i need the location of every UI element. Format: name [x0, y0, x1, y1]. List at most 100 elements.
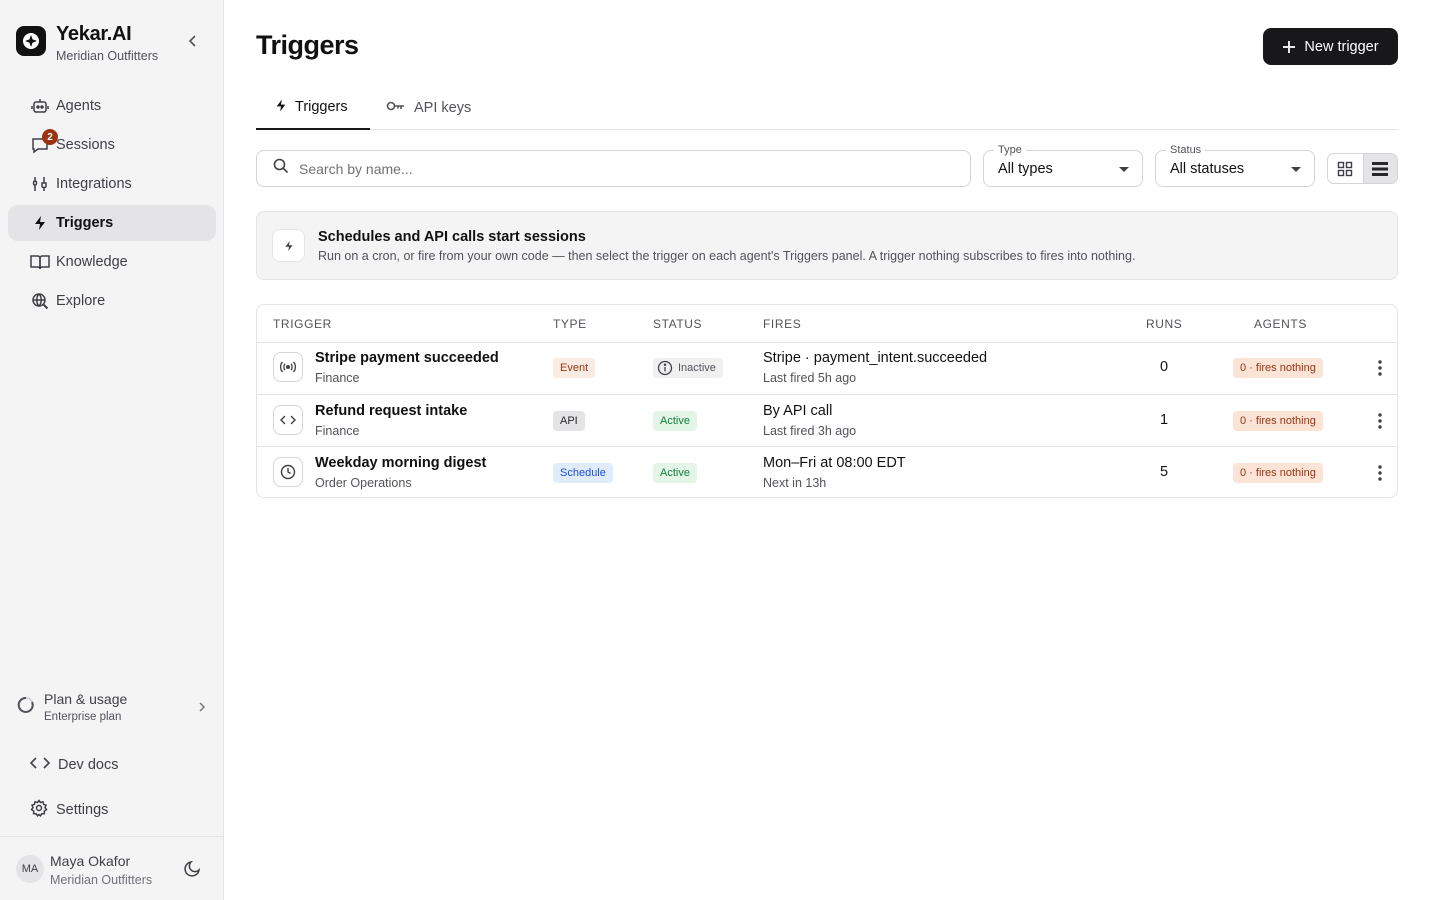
grid-view-icon[interactable]: [1328, 154, 1363, 183]
collapse-sidebar-chevron-left-icon[interactable]: [184, 32, 202, 50]
table-row[interactable]: Stripe payment succeeded Finance Event I…: [257, 342, 1397, 394]
sidebar-item-label: Triggers: [56, 215, 114, 231]
trigger-group: Order Operations: [315, 476, 412, 490]
agents-badge: 0 · fires nothing: [1233, 411, 1323, 431]
lightning-bolt-icon: [272, 229, 305, 262]
column-header-agents: AGENTS: [1254, 317, 1307, 331]
brand-logo-icon: [16, 26, 46, 56]
lightning-bolt-icon: [30, 213, 50, 233]
type-filter-select[interactable]: Type All types: [983, 144, 1143, 187]
tab-bar: Triggers API keys: [256, 86, 1398, 130]
book-icon: [30, 252, 50, 272]
brand[interactable]: Yekar.AI Meridian Outfitters: [16, 24, 158, 63]
type-badge: Event: [553, 358, 596, 378]
status-badge: Active: [653, 411, 697, 431]
trigger-name: Refund request intake: [315, 403, 468, 419]
status-badge: Inactive: [653, 358, 723, 378]
avatar: MA: [16, 855, 44, 883]
triggers-table: TRIGGER TYPE STATUS FIRES RUNS AGENTS St…: [256, 304, 1398, 498]
fires-source: By API call: [763, 403, 833, 419]
runs-count: 1: [1159, 412, 1169, 428]
caret-down-icon: [1119, 167, 1129, 172]
new-trigger-label: New trigger: [1304, 38, 1379, 55]
robot-icon: [30, 96, 50, 116]
fires-detail: Next in 13h: [763, 476, 827, 490]
lightning-bolt-icon: [275, 98, 287, 117]
status-filter-select[interactable]: Status All statuses: [1155, 144, 1315, 187]
sidebar-item-label: Sessions: [56, 137, 115, 153]
dev-docs-label: Dev docs: [58, 757, 119, 773]
sidebar-item-explore[interactable]: Explore: [8, 283, 216, 319]
brand-org: Meridian Outfitters: [56, 49, 159, 63]
user-name: Maya Okafor: [50, 853, 131, 869]
more-vertical-icon[interactable]: [1371, 463, 1389, 483]
sidebar-nav: Agents 2 Sessions Integrations Triggers: [8, 88, 216, 322]
trigger-name: Weekday morning digest: [315, 455, 487, 471]
code-brackets-icon: [29, 756, 51, 775]
plan-title: Plan & usage: [44, 691, 128, 707]
list-view-icon[interactable]: [1362, 154, 1397, 183]
type-badge: Schedule: [553, 463, 613, 483]
trigger-group: Finance: [315, 424, 360, 438]
plan-usage-link[interactable]: Plan & usage Enterprise plan: [16, 686, 212, 728]
sidebar-item-agents[interactable]: Agents: [8, 88, 216, 124]
tab-triggers[interactable]: Triggers: [256, 86, 370, 130]
sidebar: Yekar.AI Meridian Outfitters Agents 2 Se…: [0, 0, 224, 900]
tab-api-keys[interactable]: API keys: [386, 86, 471, 130]
sidebar-item-integrations[interactable]: Integrations: [8, 166, 216, 202]
caret-down-icon: [1291, 167, 1301, 172]
column-header-status: STATUS: [653, 317, 703, 331]
runs-count: 0: [1159, 359, 1169, 375]
info-banner: Schedules and API calls start sessions R…: [256, 211, 1398, 280]
agents-badge: 0 · fires nothing: [1233, 358, 1323, 378]
clock-icon: [273, 457, 303, 487]
sidebar-item-knowledge[interactable]: Knowledge: [8, 244, 216, 280]
broadcast-icon: [273, 352, 303, 382]
dev-docs-link[interactable]: Dev docs: [29, 753, 119, 777]
search-globe-icon: [30, 291, 50, 311]
more-vertical-icon[interactable]: [1371, 358, 1389, 378]
moon-icon[interactable]: [184, 859, 204, 879]
new-trigger-button[interactable]: New trigger: [1263, 28, 1398, 65]
sidebar-item-triggers[interactable]: Triggers: [8, 205, 216, 241]
sessions-count-badge: 2: [42, 129, 58, 145]
usage-ring-icon: [16, 695, 36, 720]
sidebar-item-label: Agents: [56, 98, 102, 114]
type-filter-value: All types: [998, 161, 1053, 177]
type-filter-label: Type: [994, 144, 1026, 156]
settings-link[interactable]: Settings: [30, 798, 108, 822]
fires-source: Mon–Fri at 08:00 EDT: [763, 455, 906, 471]
table-row[interactable]: Weekday morning digest Order Operations …: [257, 446, 1397, 498]
plan-subtitle: Enterprise plan: [44, 711, 122, 723]
view-toggle: [1327, 153, 1398, 184]
agents-badge: 0 · fires nothing: [1233, 463, 1323, 483]
code-brackets-icon: [273, 405, 303, 435]
user-org: Meridian Outfitters: [50, 873, 153, 887]
search-icon: [273, 158, 289, 179]
info-circle-icon: [657, 360, 673, 376]
tab-label: Triggers: [295, 99, 348, 115]
gear-icon: [30, 798, 48, 822]
key-icon: [386, 100, 406, 116]
runs-count: 5: [1159, 464, 1169, 480]
plug-icon: [30, 174, 50, 194]
search-input[interactable]: [299, 160, 939, 177]
fires-source: Stripe · payment_intent.succeeded: [763, 350, 988, 366]
plus-icon: [1282, 40, 1296, 54]
chevron-right-icon: [198, 700, 206, 718]
fires-detail: Last fired 3h ago: [763, 424, 857, 438]
column-header-type: TYPE: [553, 317, 587, 331]
sidebar-item-label: Knowledge: [56, 254, 128, 270]
fires-detail: Last fired 5h ago: [763, 371, 857, 385]
user-profile[interactable]: MA Maya Okafor Meridian Outfitters: [0, 836, 224, 900]
banner-title: Schedules and API calls start sessions: [318, 229, 586, 245]
search-box[interactable]: [256, 150, 971, 187]
column-header-fires: FIRES: [763, 317, 802, 331]
sidebar-item-label: Integrations: [56, 176, 132, 192]
banner-text: Run on a cron, or fire from your own cod…: [318, 249, 1136, 263]
more-vertical-icon[interactable]: [1371, 411, 1389, 431]
column-header-runs: RUNS: [1146, 317, 1183, 331]
trigger-group: Finance: [315, 371, 360, 385]
table-row[interactable]: Refund request intake Finance API Active…: [257, 394, 1397, 446]
sidebar-item-sessions[interactable]: 2 Sessions: [8, 127, 216, 163]
